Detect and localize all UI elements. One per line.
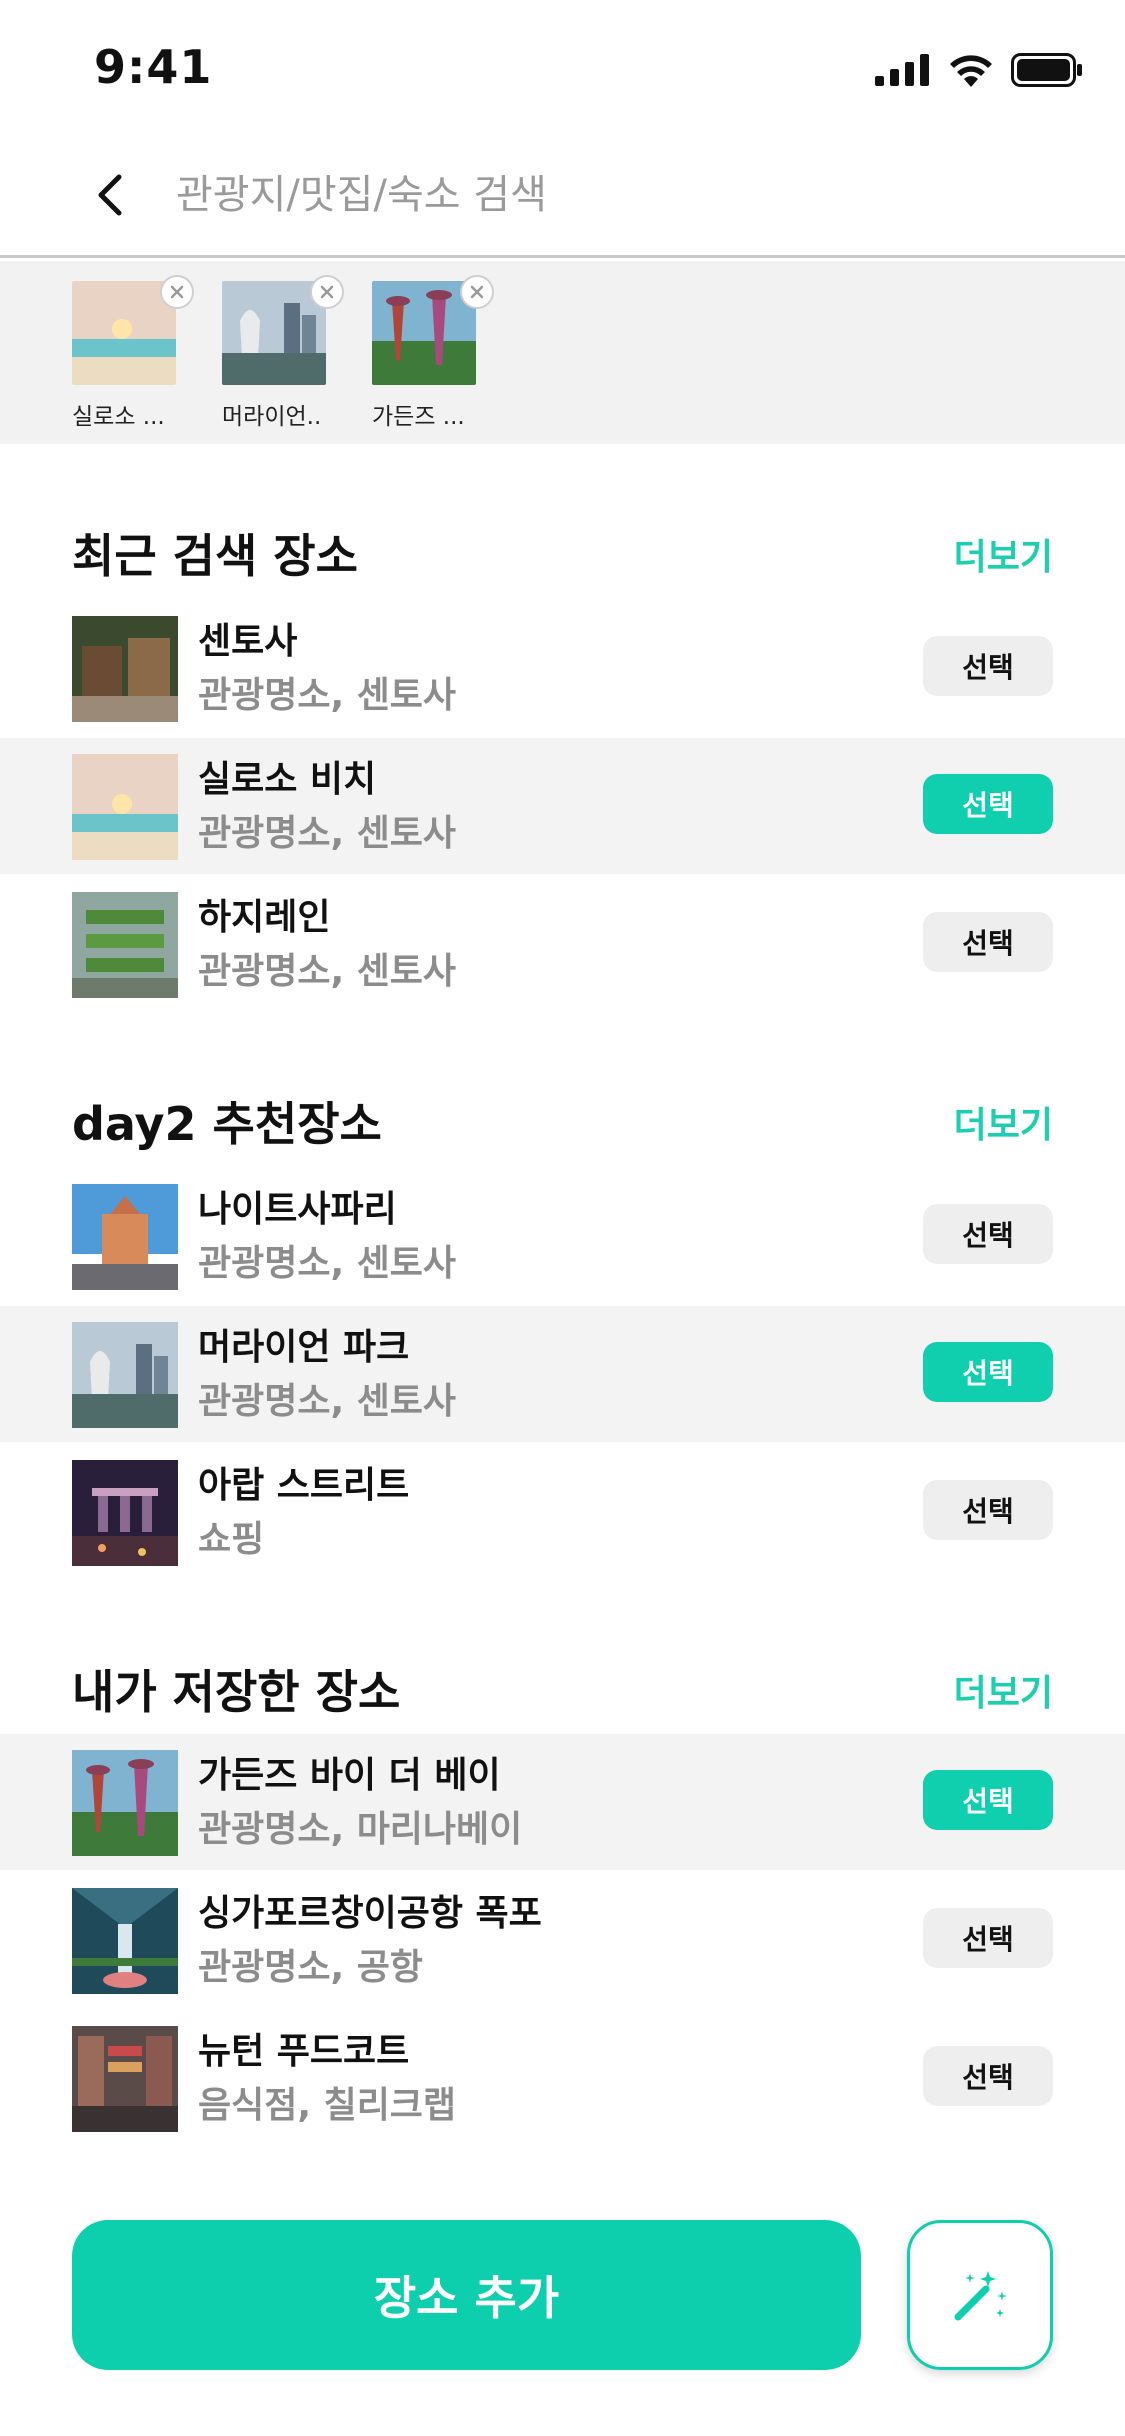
selected-chip[interactable]: 머라이언..: [222, 275, 344, 430]
more-link-day2[interactable]: 더보기: [954, 1096, 1053, 1148]
place-name: 가든즈 바이 더 베이: [198, 1755, 501, 1796]
place-name: 뉴턴 푸드코트: [198, 2031, 410, 2072]
place-category: 관광명소, 센토사: [198, 675, 457, 716]
section-title-recent: 최근 검색 장소: [72, 529, 358, 583]
search-header: [0, 132, 1125, 258]
close-icon: [320, 285, 334, 299]
select-button[interactable]: 선택: [923, 1204, 1053, 1264]
magic-wand-icon: [954, 2271, 1007, 2321]
place-name: 실로소 비치: [198, 759, 377, 800]
selected-chip-label: 가든즈 ...: [372, 404, 465, 430]
section-title-day2: day2 추천장소: [72, 1097, 382, 1151]
status-icons: [875, 50, 1083, 90]
list-item[interactable]: 싱가포르창이공항 폭포 관광명소, 공항 선택: [0, 1872, 1125, 2008]
selected-places-strip: 실로소 ... 머라이언.. 가든즈 ...: [0, 261, 1125, 444]
place-name: 싱가포르창이공항 폭포: [198, 1893, 542, 1934]
chevron-left-icon: [98, 174, 122, 216]
place-category: 관광명소, 센토사: [198, 1381, 457, 1422]
selected-chip-label: 머라이언..: [222, 404, 322, 430]
place-thumbnail: [72, 1322, 178, 1428]
remove-chip-button[interactable]: [310, 275, 344, 309]
place-thumbnail: [72, 1888, 178, 1994]
list-item[interactable]: 머라이언 파크 관광명소, 센토사 선택: [0, 1306, 1125, 1442]
list-item[interactable]: 나이트사파리 관광명소, 센토사 선택: [0, 1168, 1125, 1304]
place-category: 쇼핑: [198, 1519, 265, 1560]
selected-chip-label: 실로소 ...: [72, 404, 165, 430]
place-search-screen: 9:41 관광지/맛집/숙소 검색 실로소 ... 머라이언.. 가든즈 ...…: [0, 0, 1125, 2436]
close-icon: [170, 285, 184, 299]
select-button[interactable]: 선택: [923, 1480, 1053, 1540]
place-category: 관광명소, 공항: [198, 1947, 423, 1988]
select-button[interactable]: 선택: [923, 1770, 1053, 1830]
select-button[interactable]: 선택: [923, 774, 1053, 834]
status-bar: 9:41: [0, 0, 1125, 132]
add-place-button[interactable]: 장소 추가: [72, 2220, 861, 2370]
place-name: 하지레인: [198, 897, 331, 938]
list-item[interactable]: 센토사 관광명소, 센토사 선택: [0, 600, 1125, 736]
place-thumbnail: [72, 1750, 178, 1856]
place-name: 머라이언 파크: [198, 1327, 410, 1368]
back-button[interactable]: [80, 162, 140, 228]
select-button[interactable]: 선택: [923, 1908, 1053, 1968]
select-button[interactable]: 선택: [923, 912, 1053, 972]
select-button[interactable]: 선택: [923, 2046, 1053, 2106]
section-title-saved: 내가 저장한 장소: [72, 1665, 401, 1719]
cellular-signal-icon: [875, 54, 929, 86]
place-category: 관광명소, 센토사: [198, 951, 457, 992]
selected-chip[interactable]: 실로소 ...: [72, 275, 194, 430]
place-thumbnail: [72, 892, 178, 998]
place-name: 아랍 스트리트: [198, 1465, 410, 1506]
place-category: 관광명소, 마리나베이: [198, 1809, 523, 1850]
battery-icon: [1011, 53, 1082, 87]
more-link-recent[interactable]: 더보기: [954, 528, 1053, 580]
more-link-saved[interactable]: 더보기: [954, 1664, 1053, 1716]
magic-recommend-button[interactable]: [907, 2220, 1053, 2370]
place-category: 음식점, 칠리크랩: [198, 2085, 457, 2126]
remove-chip-button[interactable]: [460, 275, 494, 309]
selected-chip[interactable]: 가든즈 ...: [372, 275, 494, 430]
select-button[interactable]: 선택: [923, 636, 1053, 696]
status-time: 9:41: [94, 40, 213, 94]
search-input[interactable]: [176, 160, 1036, 230]
wifi-icon: [950, 55, 992, 87]
place-category: 관광명소, 센토사: [198, 1243, 457, 1284]
select-button[interactable]: 선택: [923, 1342, 1053, 1402]
place-thumbnail: [72, 754, 178, 860]
close-icon: [470, 285, 484, 299]
list-item[interactable]: 하지레인 관광명소, 센토사 선택: [0, 876, 1125, 1012]
list-item[interactable]: 가든즈 바이 더 베이 관광명소, 마리나베이 선택: [0, 1734, 1125, 1870]
place-thumbnail: [72, 616, 178, 722]
place-category: 관광명소, 센토사: [198, 813, 457, 854]
place-name: 센토사: [198, 621, 298, 662]
place-thumbnail: [72, 1460, 178, 1566]
place-name: 나이트사파리: [198, 1189, 397, 1230]
list-item[interactable]: 뉴턴 푸드코트 음식점, 칠리크랩 선택: [0, 2010, 1125, 2146]
place-thumbnail: [72, 1184, 178, 1290]
remove-chip-button[interactable]: [160, 275, 194, 309]
list-item[interactable]: 아랍 스트리트 쇼핑 선택: [0, 1444, 1125, 1580]
place-thumbnail: [72, 2026, 178, 2132]
list-item[interactable]: 실로소 비치 관광명소, 센토사 선택: [0, 738, 1125, 874]
